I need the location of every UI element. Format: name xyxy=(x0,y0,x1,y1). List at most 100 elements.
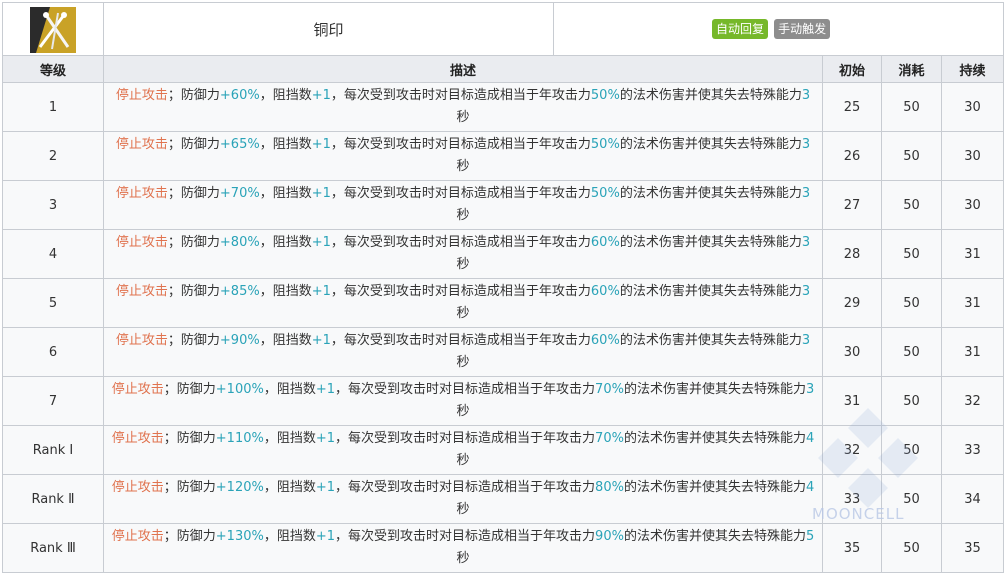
header-level: 等级 xyxy=(2,55,104,83)
level-cell: 5 xyxy=(2,278,104,328)
sp-cost-cell: 50 xyxy=(881,327,942,377)
sp-cost-cell: 50 xyxy=(881,376,942,426)
desc-text: ，每次受到攻击时对目标造成相当于年攻击力 xyxy=(335,529,596,544)
desc-text: ，每次受到攻击时对目标造成相当于年攻击力 xyxy=(330,137,591,152)
defense-value: +90% xyxy=(219,333,260,348)
damage-value: 90% xyxy=(595,529,624,544)
duration-cell: 31 xyxy=(940,229,1005,279)
desc-text: 秒 xyxy=(456,257,470,272)
desc-text: 秒 xyxy=(456,159,470,174)
sp-cost-cell: 50 xyxy=(881,180,942,230)
disable-duration-value: 3 xyxy=(801,88,811,103)
sp-cost-cell: 50 xyxy=(881,82,942,132)
watermark-text: MOONCELL xyxy=(812,505,905,523)
crossed-swords-icon xyxy=(30,7,76,53)
stop-attack-text: 停止攻击 xyxy=(115,186,168,201)
desc-text: ，每次受到攻击时对目标造成相当于年攻击力 xyxy=(330,333,591,348)
desc-text: ，阻挡数 xyxy=(259,235,312,250)
desc-text: ；防御力 xyxy=(163,382,216,397)
desc-text: ，阻挡数 xyxy=(259,88,312,103)
desc-text: ，每次受到攻击时对目标造成相当于年攻击力 xyxy=(335,382,596,397)
desc-text: ，阻挡数 xyxy=(259,186,312,201)
desc-text: ，阻挡数 xyxy=(263,480,316,495)
desc-text: ，阻挡数 xyxy=(259,137,312,152)
damage-value: 70% xyxy=(595,382,624,397)
description-cell: 停止攻击；防御力+120%，阻挡数+1，每次受到攻击时对目标造成相当于年攻击力8… xyxy=(103,474,823,524)
desc-text: ，每次受到攻击时对目标造成相当于年攻击力 xyxy=(330,186,591,201)
desc-text: 秒 xyxy=(456,453,470,468)
stop-attack-text: 停止攻击 xyxy=(115,88,168,103)
header-initial: 初始 xyxy=(822,55,882,83)
disable-duration-value: 5 xyxy=(805,529,815,544)
description-cell: 停止攻击；防御力+100%，阻挡数+1，每次受到攻击时对目标造成相当于年攻击力7… xyxy=(103,376,823,426)
description-cell: 停止攻击；防御力+80%，阻挡数+1，每次受到攻击时对目标造成相当于年攻击力60… xyxy=(103,229,823,279)
desc-text: 的法术伤害并使其失去特殊能力 xyxy=(623,431,806,446)
desc-text: 的法术伤害并使其失去特殊能力 xyxy=(619,186,802,201)
stop-attack-text: 停止攻击 xyxy=(111,431,164,446)
desc-text: 秒 xyxy=(456,208,470,223)
desc-text: ，每次受到攻击时对目标造成相当于年攻击力 xyxy=(330,284,591,299)
desc-text: ，每次受到攻击时对目标造成相当于年攻击力 xyxy=(330,88,591,103)
desc-text: ，阻挡数 xyxy=(263,529,316,544)
stop-attack-text: 停止攻击 xyxy=(115,333,168,348)
table-row: 4 停止攻击；防御力+80%，阻挡数+1，每次受到攻击时对目标造成相当于年攻击力6… xyxy=(2,229,1005,279)
duration-cell: 30 xyxy=(940,82,1005,132)
stop-attack-text: 停止攻击 xyxy=(111,480,164,495)
desc-text: ；防御力 xyxy=(167,186,220,201)
table-row: Rank Ⅰ 停止攻击；防御力+110%，阻挡数+1，每次受到攻击时对目标造成相当… xyxy=(2,425,1005,475)
desc-text: 的法术伤害并使其失去特殊能力 xyxy=(623,382,806,397)
table-row: 1 停止攻击；防御力+60%，阻挡数+1，每次受到攻击时对目标造成相当于年攻击力5… xyxy=(2,82,1005,132)
desc-text: 的法术伤害并使其失去特殊能力 xyxy=(619,88,802,103)
skill-tags: 自动回复 手动触发 xyxy=(552,2,1005,56)
block-value: +1 xyxy=(311,235,331,250)
damage-value: 60% xyxy=(590,284,620,299)
sp-cost-cell: 50 xyxy=(881,278,942,328)
level-cell: Rank Ⅲ xyxy=(2,523,104,573)
disable-duration-value: 3 xyxy=(801,186,811,201)
duration-cell: 30 xyxy=(940,131,1005,181)
block-value: +1 xyxy=(311,137,331,152)
table-row: 2 停止攻击；防御力+65%，阻挡数+1，每次受到攻击时对目标造成相当于年攻击力5… xyxy=(2,131,1005,181)
desc-text: 秒 xyxy=(456,404,470,419)
header-duration: 持续 xyxy=(940,55,1005,83)
description-cell: 停止攻击；防御力+60%，阻挡数+1，每次受到攻击时对目标造成相当于年攻击力50… xyxy=(103,82,823,132)
block-value: +1 xyxy=(311,186,331,201)
level-cell: Rank Ⅱ xyxy=(2,474,104,524)
damage-value: 80% xyxy=(595,480,624,495)
desc-text: ；防御力 xyxy=(167,333,220,348)
defense-value: +60% xyxy=(219,88,260,103)
skill-name: 铜印 xyxy=(103,2,554,56)
defense-value: +110% xyxy=(215,431,264,446)
header-cost: 消耗 xyxy=(881,55,942,83)
desc-text: ，每次受到攻击时对目标造成相当于年攻击力 xyxy=(335,480,596,495)
block-value: +1 xyxy=(315,382,336,397)
description-cell: 停止攻击；防御力+110%，阻挡数+1，每次受到攻击时对目标造成相当于年攻击力7… xyxy=(103,425,823,475)
duration-cell: 34 xyxy=(940,474,1005,524)
disable-duration-value: 3 xyxy=(801,284,811,299)
table-row: Rank Ⅲ 停止攻击；防御力+130%，阻挡数+1，每次受到攻击时对目标造成相当… xyxy=(2,523,1005,573)
initial-sp-cell: 35 xyxy=(822,523,882,573)
header-description: 描述 xyxy=(103,55,823,83)
level-cell: 7 xyxy=(2,376,104,426)
tag-auto-recovery: 自动回复 xyxy=(712,19,769,39)
level-cell: 1 xyxy=(2,82,104,132)
table-row: 7 停止攻击；防御力+100%，阻挡数+1，每次受到攻击时对目标造成相当于年攻击力… xyxy=(2,376,1005,426)
initial-sp-cell: 25 xyxy=(822,82,882,132)
initial-sp-cell: 26 xyxy=(822,131,882,181)
stop-attack-text: 停止攻击 xyxy=(115,137,168,152)
duration-cell: 31 xyxy=(940,278,1005,328)
stop-attack-text: 停止攻击 xyxy=(111,382,164,397)
desc-text: 的法术伤害并使其失去特殊能力 xyxy=(623,480,806,495)
desc-text: 秒 xyxy=(456,502,470,517)
disable-duration-value: 4 xyxy=(805,480,815,495)
initial-sp-cell: 31 xyxy=(822,376,882,426)
table-row: 5 停止攻击；防御力+85%，阻挡数+1，每次受到攻击时对目标造成相当于年攻击力6… xyxy=(2,278,1005,328)
damage-value: 60% xyxy=(590,333,620,348)
disable-duration-value: 3 xyxy=(805,382,815,397)
level-cell: 4 xyxy=(2,229,104,279)
sp-cost-cell: 50 xyxy=(881,131,942,181)
desc-text: ；防御力 xyxy=(167,284,220,299)
stop-attack-text: 停止攻击 xyxy=(115,284,168,299)
initial-sp-cell: 27 xyxy=(822,180,882,230)
description-cell: 停止攻击；防御力+90%，阻挡数+1，每次受到攻击时对目标造成相当于年攻击力60… xyxy=(103,327,823,377)
